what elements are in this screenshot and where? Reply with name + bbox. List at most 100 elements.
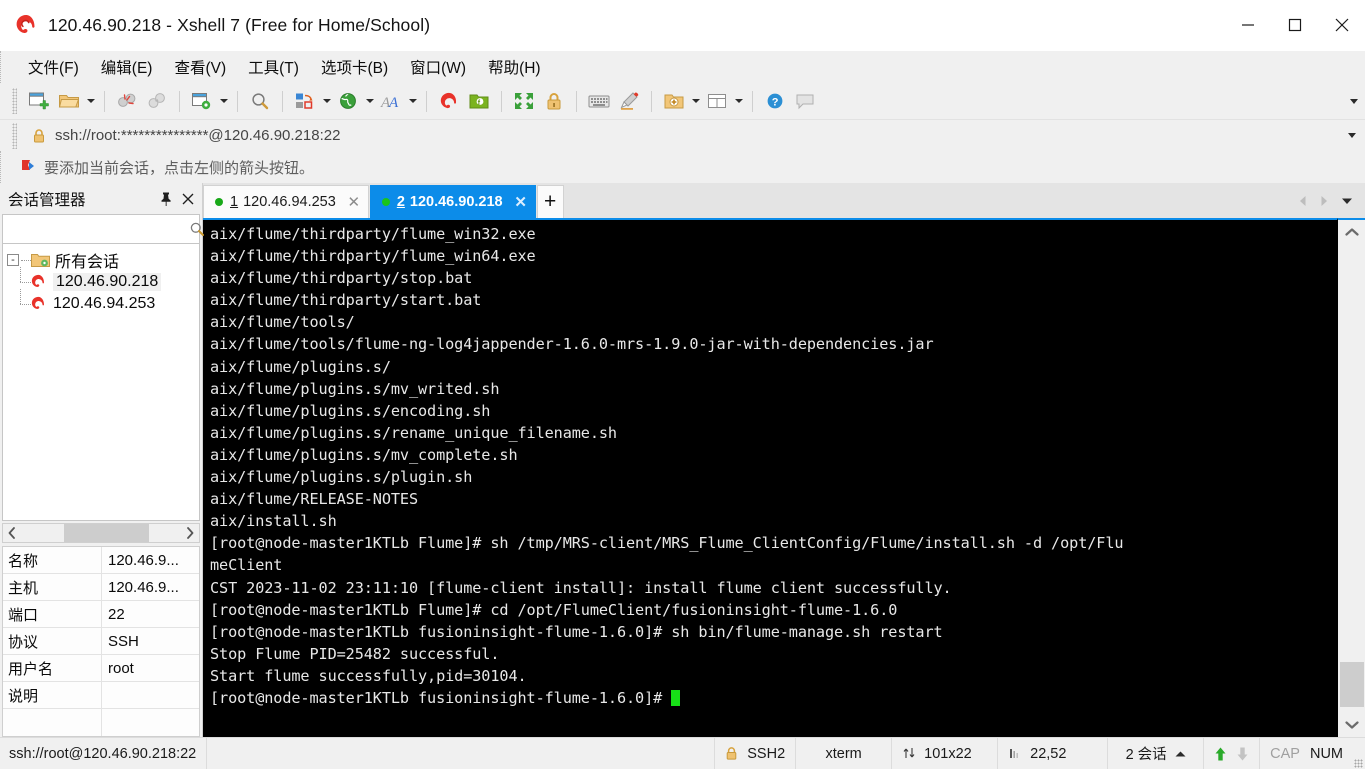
highlight-icon[interactable] [614,87,644,116]
session-properties-table: 名称 120.46.9... 主机 120.46.9... 端口 22 协议 S… [2,546,200,737]
tab-list-dropdown-icon[interactable] [1337,191,1357,211]
menu-view[interactable]: 查看(V) [166,53,234,82]
layout-dropdown-caret[interactable] [732,87,745,116]
main-panel: 1 120.46.94.253 ✕ 2 120.46.90.218 ✕ + ai… [203,183,1365,737]
tab-120-46-94-253[interactable]: 1 120.46.94.253 ✕ [203,185,369,218]
open-folder-dropdown-caret[interactable] [84,87,97,116]
tab-scroll-left-icon[interactable] [1295,191,1311,211]
scroll-up-icon[interactable] [1339,220,1365,244]
terminal-line: aix/flume/plugins.s/mv_writed.sh [210,379,500,398]
address-value: ssh://root:***************@120.46.90.218… [55,127,341,144]
terminal-line: aix/flume/thirdparty/start.bat [210,291,482,310]
terminal-scrollbar[interactable] [1337,218,1365,737]
close-button[interactable] [1318,0,1365,51]
new-tab-button[interactable]: + [536,185,564,218]
web-browser-dropdown-caret[interactable] [363,87,376,116]
xshell-session-icon [29,295,48,313]
terminal-line: aix/flume/plugins.s/encoding.sh [210,401,491,420]
status-cursor-label: 22,52 [1030,745,1067,762]
address-field[interactable]: ssh://root:***************@120.46.90.218… [31,123,1339,148]
session-tree[interactable]: - 所有会话 120.46.90.218 120.46.94.253 [2,244,200,521]
menu-tools[interactable]: 工具(T) [240,53,307,82]
maximize-button[interactable] [1271,0,1318,51]
status-transfer-indicators [1204,737,1261,769]
notification-text: 要添加当前会话，点击左侧的箭头按钮。 [44,159,315,177]
font-dropdown-caret[interactable] [406,87,419,116]
cursor-pos-icon [1008,746,1024,762]
terminal-line: aix/flume/tools/flume-ng-log4jappender-1… [210,335,934,354]
toolbar-overflow-button[interactable] [1350,83,1358,120]
search-icon[interactable] [189,221,205,237]
minimize-button[interactable] [1224,0,1271,51]
tree-item-session-1[interactable]: 120.46.90.218 [3,267,199,293]
tab-label: 120.46.90.218 [409,194,503,210]
toolbar-separator [237,90,238,112]
transfer-file-icon[interactable] [290,87,320,116]
scrollbar-track[interactable] [1339,244,1365,713]
session-manager-title: 会话管理器 [8,191,86,209]
status-spacer [207,737,716,769]
web-browser-icon[interactable] [333,87,363,116]
close-icon[interactable] [179,190,196,207]
toolbar-grip[interactable] [12,88,17,114]
add-to-folder-dropdown-caret[interactable] [689,87,702,116]
xshell-icon[interactable] [434,87,464,116]
open-folder-icon[interactable] [54,87,84,116]
menu-help[interactable]: 帮助(H) [480,53,549,82]
address-bar-grip[interactable] [12,122,17,149]
layout-icon[interactable] [702,87,732,116]
session-properties-dropdown-caret[interactable] [217,87,230,116]
tab-number: 2 [396,194,405,210]
session-search-box[interactable] [2,214,204,244]
xftp-icon[interactable]: f [464,87,494,116]
search-input[interactable] [3,216,189,242]
status-sessions[interactable]: 2 会话 [1108,737,1205,769]
terminal-line: aix/flume/plugins.s/ [210,357,391,376]
scroll-down-icon[interactable] [1339,713,1365,737]
pin-icon[interactable] [157,190,174,207]
transfer-file-dropdown-caret[interactable] [320,87,333,116]
status-sessions-label: 2 会话 [1125,747,1167,763]
table-row: 端口 22 [3,601,199,628]
lock-icon[interactable] [539,87,569,116]
fullscreen-icon[interactable] [509,87,539,116]
menu-window[interactable]: 窗口(W) [402,53,474,82]
property-key: 协议 [3,628,102,654]
status-size-label: 101x22 [924,745,972,762]
scrollbar-thumb[interactable] [1339,662,1364,707]
session-properties-icon[interactable] [187,87,217,116]
expander-icon[interactable]: - [7,254,19,266]
address-dropdown-caret[interactable] [1348,120,1356,151]
menu-file[interactable]: 文件(F) [20,53,87,82]
tab-close-icon[interactable]: ✕ [347,195,361,210]
font-icon[interactable]: A A [376,87,406,116]
tab-scroll-right-icon[interactable] [1316,191,1332,211]
tree-item-label: 120.46.94.253 [53,295,156,312]
scroll-right-icon[interactable] [181,524,199,542]
help-icon[interactable]: ? [760,87,790,116]
session-manager-header: 会话管理器 [0,183,202,214]
menu-tabs[interactable]: 选项卡(B) [313,53,396,82]
new-session-icon[interactable] [24,87,54,116]
terminal-line: aix/flume/thirdparty/flume_win32.exe [210,225,536,243]
find-icon[interactable] [245,87,275,116]
chat-icon[interactable] [790,87,820,116]
terminal-cursor [671,689,681,706]
session-tree-hscrollbar[interactable] [2,523,200,543]
menu-edit[interactable]: 编辑(E) [93,53,161,82]
add-to-folder-icon[interactable] [659,87,689,116]
scroll-left-icon[interactable] [3,524,21,542]
keyboard-icon[interactable] [584,87,614,116]
resize-grip[interactable] [1349,738,1365,769]
hscroll-track[interactable] [21,524,181,542]
tree-root-all-sessions[interactable]: - 所有会话 [3,249,199,271]
disconnect-icon[interactable] [112,87,142,116]
tab-close-icon[interactable]: ✕ [514,195,528,210]
reconnect-icon[interactable] [142,87,172,116]
terminal-line: aix/flume/thirdparty/stop.bat [210,269,473,288]
hscroll-thumb[interactable] [64,524,149,542]
tree-item-session-2[interactable]: 120.46.94.253 [3,289,199,315]
terminal-output[interactable]: aix/flume/thirdparty/flume_win32.exe aix… [203,218,1337,737]
chevron-up-icon[interactable] [1175,750,1186,758]
tab-120-46-90-218[interactable]: 2 120.46.90.218 ✕ [369,185,536,218]
